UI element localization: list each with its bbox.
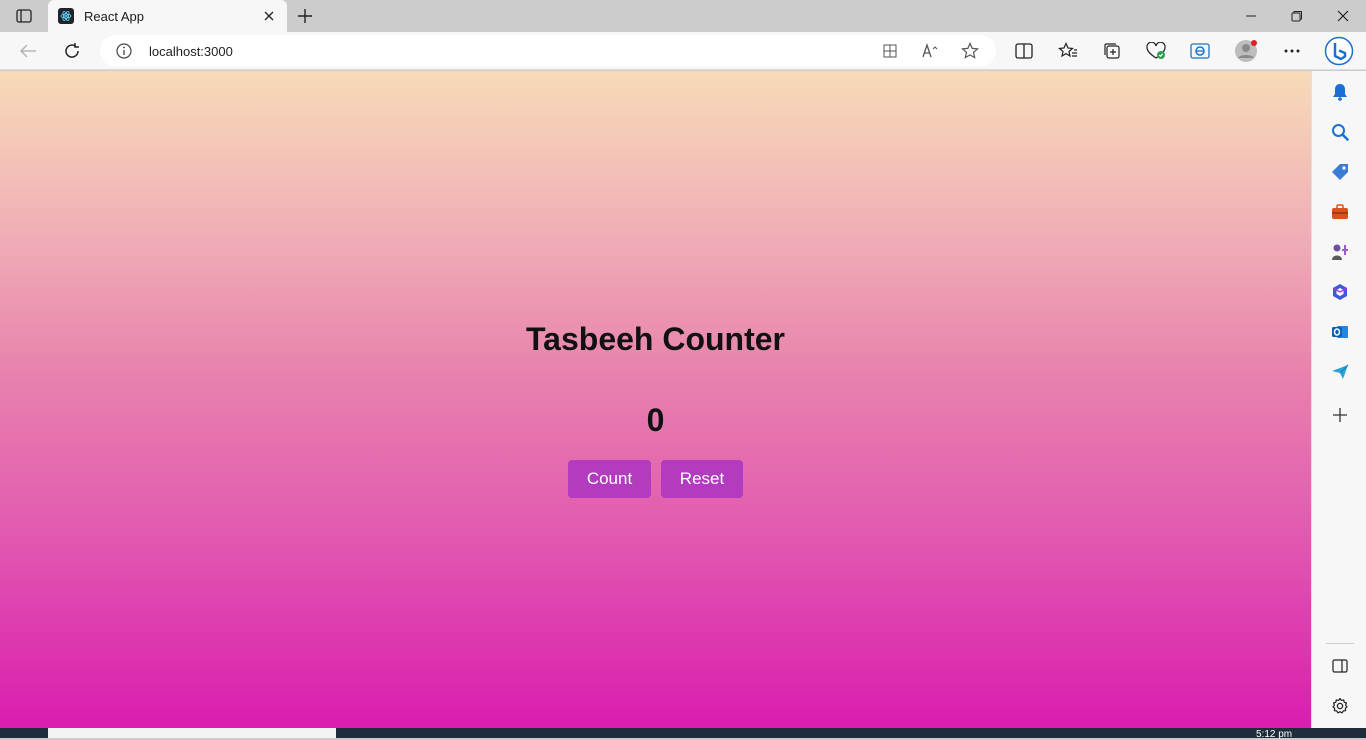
browser-essentials-icon[interactable] [1142,37,1170,65]
hide-sidebar-icon[interactable] [1329,655,1351,677]
shopping-tag-icon[interactable] [1329,161,1351,183]
minimize-icon[interactable] [1228,0,1274,32]
tab-strip: React App [0,0,1366,32]
page-title: Tasbeeh Counter [526,321,785,357]
sidebar-divider [1326,643,1354,644]
url-text: localhost:3000 [149,44,233,59]
tasbeeh-app: Tasbeeh Counter 0 Count Reset [0,71,1311,728]
reset-button[interactable]: Reset [661,460,743,498]
site-info-icon[interactable] [116,43,132,59]
search-icon[interactable] [1329,121,1351,143]
windows-taskbar: 5:12 pm [0,728,1366,740]
tab-title: React App [84,8,144,24]
settings-gear-icon[interactable] [1329,695,1351,717]
react-logo-icon [58,8,74,24]
edge-feature-icon[interactable] [1186,37,1214,65]
bing-copilot-icon[interactable] [1322,34,1356,68]
profile-avatar[interactable] [1232,37,1260,65]
browser-toolbar: localhost:3000 [0,32,1366,70]
back-arrow-icon[interactable] [14,37,42,65]
add-sidebar-app-icon[interactable] [1329,404,1351,426]
counter-value: 0 [646,402,665,438]
browser-tab[interactable]: React App [48,0,287,32]
favorites-icon[interactable] [1054,37,1082,65]
microsoft-365-icon[interactable] [1329,281,1351,303]
collections-icon[interactable] [1098,37,1126,65]
read-aloud-icon[interactable] [920,41,940,61]
address-bar[interactable]: localhost:3000 [100,35,996,67]
outlook-icon[interactable] [1329,321,1351,343]
more-menu-icon[interactable] [1278,37,1306,65]
close-tab-icon[interactable] [261,8,277,24]
close-window-icon[interactable] [1320,0,1366,32]
split-screen-icon[interactable] [1010,37,1038,65]
favorite-star-icon[interactable] [960,41,980,61]
notification-bell-icon[interactable] [1329,81,1351,103]
tab-actions-icon[interactable] [10,6,38,26]
restore-icon[interactable] [1274,0,1320,32]
tools-briefcase-icon[interactable] [1329,201,1351,223]
count-button[interactable]: Count [568,460,651,498]
send-plane-icon[interactable] [1329,361,1351,383]
taskbar-clock: 5:12 pm [1256,729,1293,740]
button-row: Count Reset [568,460,743,498]
taskbar-search-box[interactable] [48,728,336,738]
page-viewport: Tasbeeh Counter 0 Count Reset [0,71,1311,728]
app-available-icon[interactable] [880,41,900,61]
refresh-icon[interactable] [58,37,86,65]
games-icon[interactable] [1329,241,1351,263]
edge-sidebar [1311,71,1366,728]
new-tab-icon[interactable] [292,4,318,28]
